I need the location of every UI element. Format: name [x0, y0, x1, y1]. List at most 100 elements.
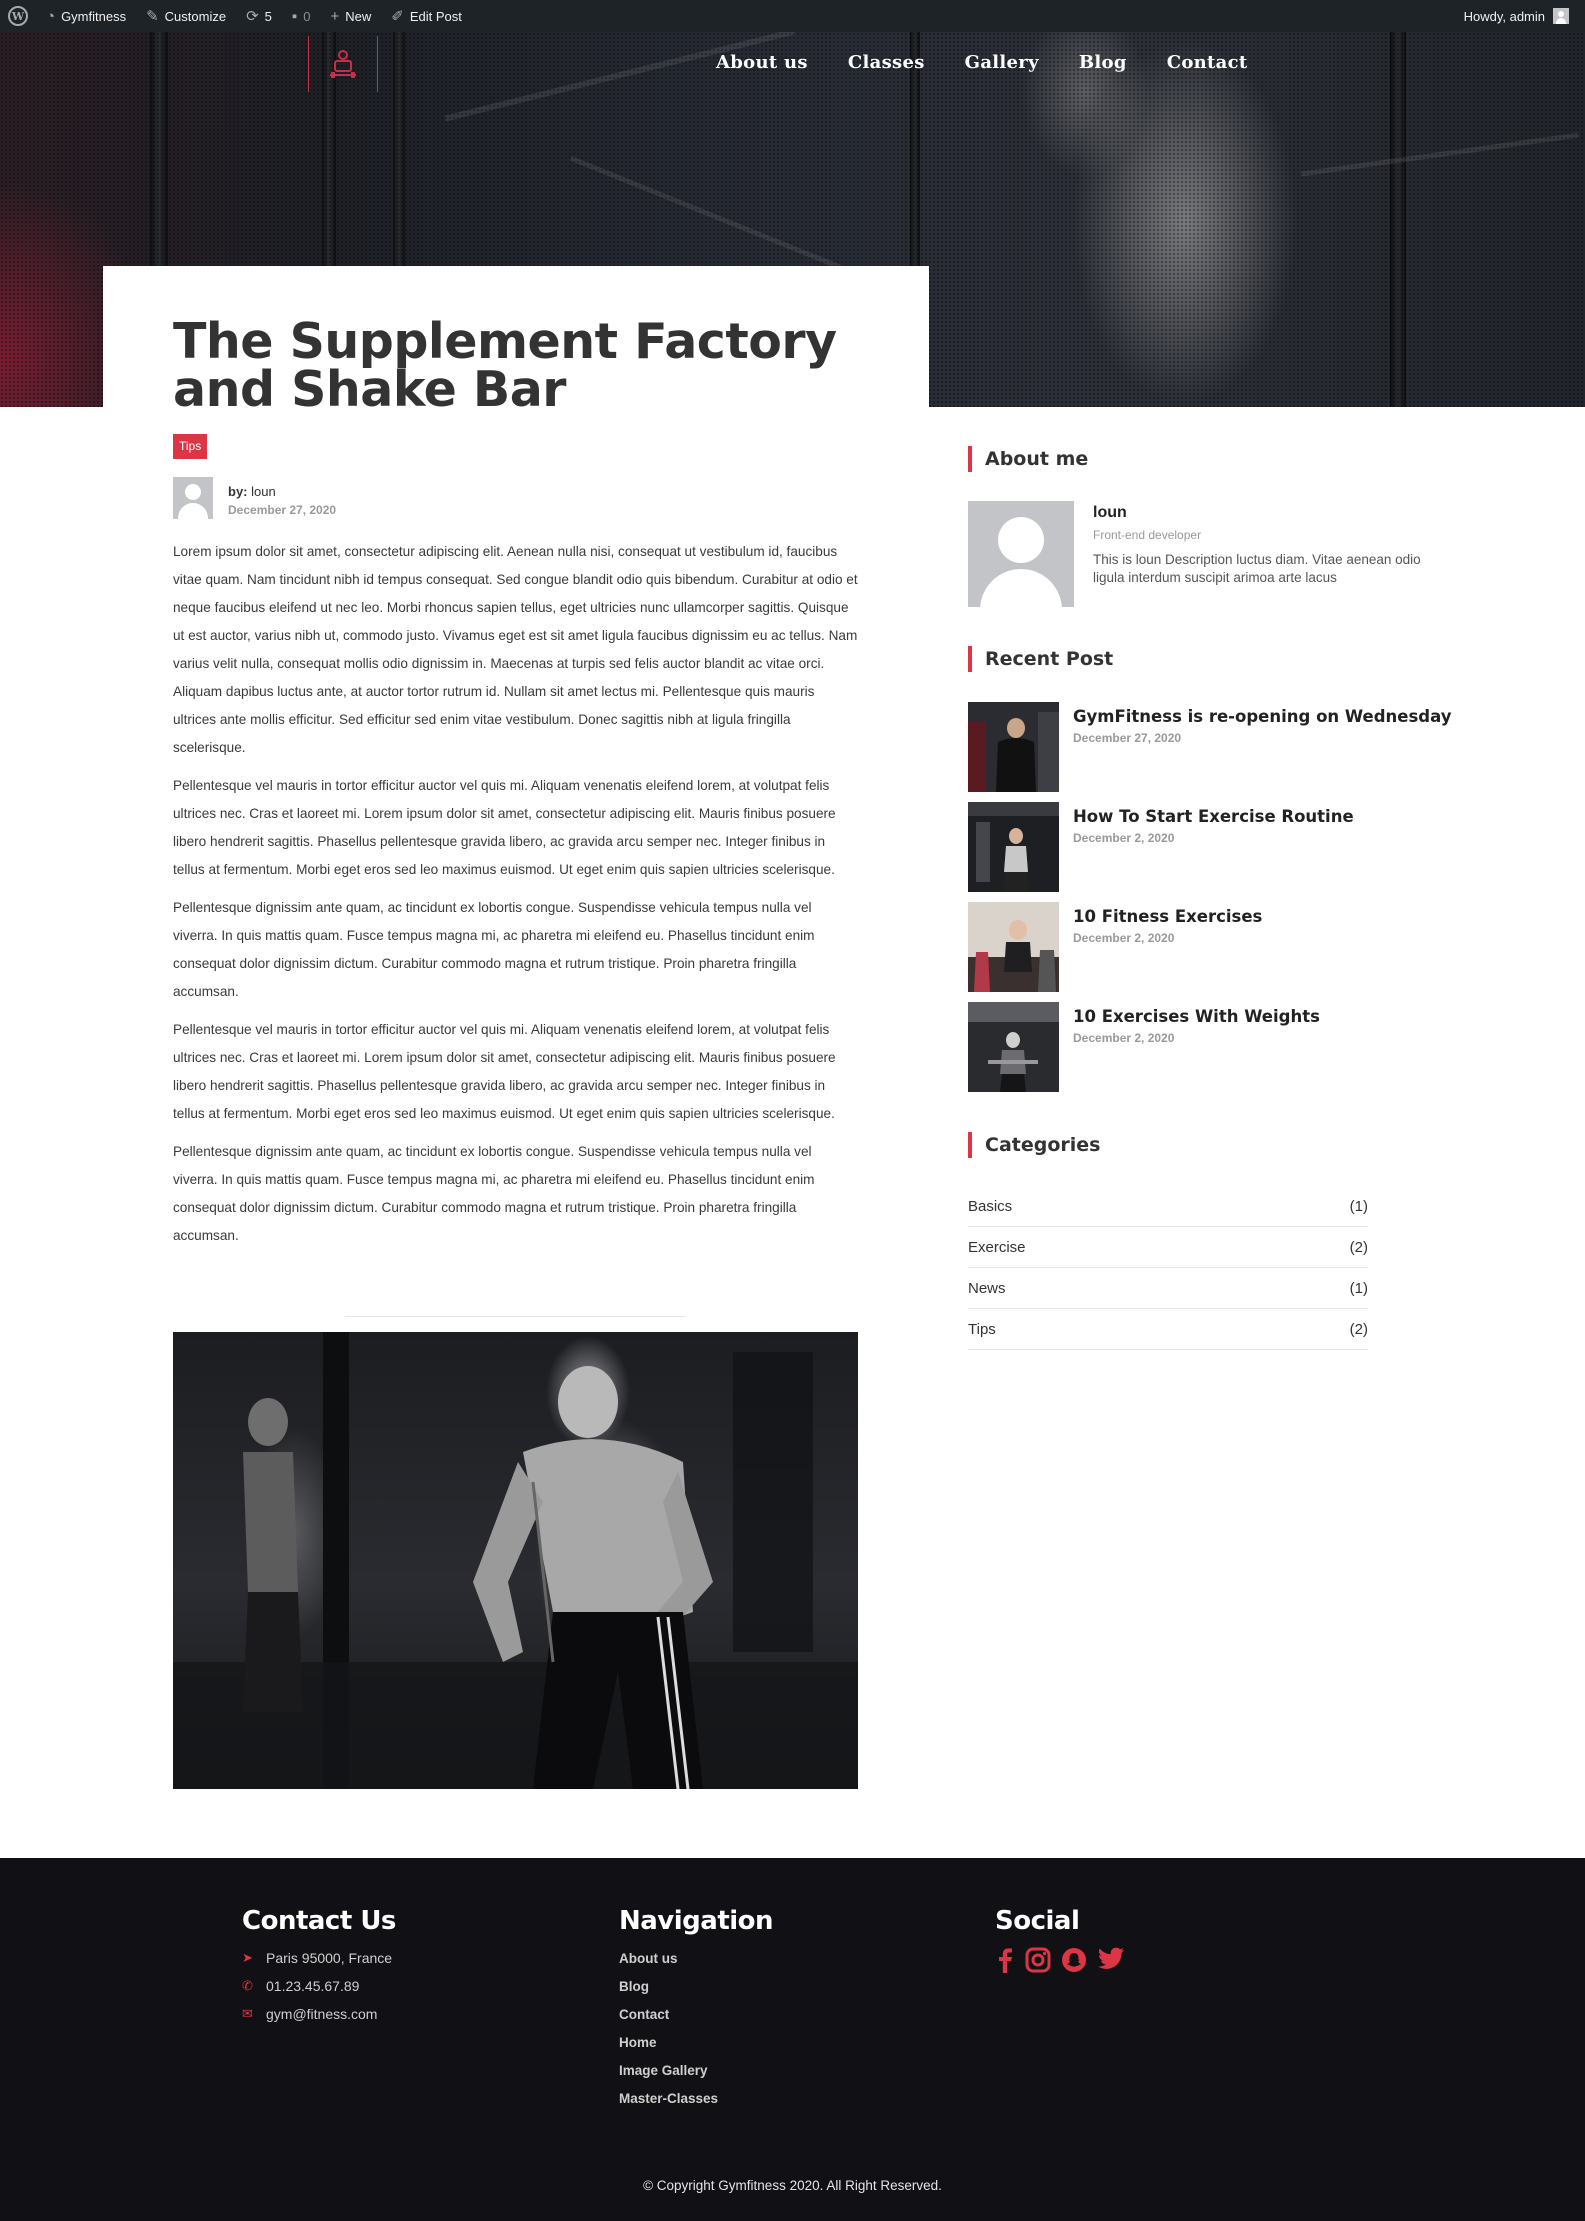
address-text: Paris 95000, France — [266, 1950, 393, 1966]
post-featured-image — [173, 1332, 858, 1789]
footer-link-image-gallery[interactable]: Image Gallery — [619, 2063, 708, 2078]
admin-updates-link[interactable]: ⟳ 5 — [236, 0, 282, 32]
nav-blog[interactable]: Blog — [1079, 52, 1127, 73]
admin-site-name: Gymfitness — [61, 8, 127, 24]
footer-link-contact[interactable]: Contact — [619, 2007, 669, 2022]
plus-icon: + — [330, 7, 340, 25]
admin-bar: W ◔ Gymfitness ✎ Customize ⟳ 5 ▪ 0 + New ✐ Edi… — [0, 0, 1585, 32]
gym-athlete-image — [173, 1332, 858, 1789]
recent-post-item[interactable]: How To Start Exercise Routine December 2… — [968, 802, 1428, 892]
nav-gallery[interactable]: Gallery — [965, 52, 1039, 73]
content-divider — [345, 1316, 685, 1317]
admin-edit-post-link[interactable]: ✐ Edit Post — [381, 0, 472, 32]
about-description: This is loun Description luctus diam. Vi… — [1093, 552, 1421, 585]
recent-post-title[interactable]: 10 Exercises With Weights — [1073, 1007, 1320, 1026]
customize-label: Customize — [164, 8, 227, 24]
paper-plane-icon: ➤ — [242, 1950, 253, 1965]
recent-post-date: December 2, 2020 — [1073, 1031, 1175, 1045]
admin-account[interactable]: Howdy, admin — [1464, 8, 1585, 24]
recent-post-image — [968, 802, 1059, 892]
recent-post-title[interactable]: GymFitness is re-opening on Wednesday — [1073, 707, 1451, 726]
recent-post-date: December 2, 2020 — [1073, 831, 1175, 845]
recent-post-title[interactable]: How To Start Exercise Routine — [1073, 807, 1354, 826]
nav-about-us[interactable]: About us — [716, 52, 808, 73]
main-navigation: About us Classes Gallery Blog Contact — [716, 52, 1247, 73]
recent-post-thumbnail[interactable] — [968, 902, 1059, 992]
footer-contact-title: Contact Us — [242, 1906, 396, 1936]
about-widget-title: About me — [968, 446, 1088, 472]
snapchat-icon[interactable] — [1061, 1947, 1087, 1978]
phone-icon: ✆ — [242, 1978, 253, 1993]
about-name: loun — [1093, 504, 1127, 521]
page-title: The Supplement Factory and Shake Bar — [173, 313, 837, 418]
admin-site-link[interactable]: ◔ Gymfitness — [36, 0, 136, 32]
recent-post-item[interactable]: GymFitness is re-opening on Wednesday De… — [968, 702, 1451, 792]
footer-email[interactable]: ✉ gym@fitness.com — [242, 2006, 377, 2022]
footer-social-title: Social — [995, 1906, 1080, 1936]
category-item[interactable]: Tips (2) — [968, 1309, 1368, 1350]
facebook-icon[interactable] — [995, 1947, 1015, 1978]
updates-icon: ⟳ — [246, 7, 259, 25]
recent-post-thumbnail[interactable] — [968, 802, 1059, 892]
wordpress-logo-icon[interactable]: W — [0, 0, 36, 32]
post-content: Lorem ipsum dolor sit amet, consectetur … — [173, 538, 859, 1260]
dashboard-icon: ◔ — [46, 7, 56, 25]
site-logo[interactable] — [308, 36, 378, 92]
category-name[interactable]: Basics — [968, 1198, 1012, 1215]
categories-widget-title: Categories — [968, 1132, 1100, 1158]
footer-address: ➤ Paris 95000, France — [242, 1950, 392, 1966]
envelope-icon: ✉ — [242, 2006, 253, 2021]
twitter-icon[interactable] — [1097, 1947, 1125, 1978]
category-item[interactable]: Basics (1) — [968, 1186, 1368, 1227]
edit-post-label: Edit Post — [409, 8, 462, 24]
admin-customize-link[interactable]: ✎ Customize — [136, 0, 236, 32]
post-date: December 27, 2020 — [228, 503, 337, 517]
footer-link-master-classes[interactable]: Master-Classes — [619, 2091, 718, 2106]
post-author: by: loun December 27, 2020 — [173, 477, 336, 519]
category-count: (2) — [1349, 1238, 1368, 1256]
post-paragraph: Pellentesque vel mauris in tortor effici… — [173, 1022, 836, 1121]
category-name[interactable]: News — [968, 1280, 1006, 1297]
category-item[interactable]: Exercise (2) — [968, 1227, 1368, 1268]
gym-logo-icon — [330, 50, 356, 78]
footer-link-blog[interactable]: Blog — [619, 1979, 649, 1994]
about-avatar — [968, 501, 1074, 607]
category-name[interactable]: Tips — [968, 1321, 996, 1338]
recent-post-image — [968, 702, 1059, 792]
author-meta: by: loun December 27, 2020 — [228, 477, 336, 519]
footer-link-home[interactable]: Home — [619, 2035, 657, 2050]
by-label: by: — [228, 484, 248, 499]
recent-post-thumbnail[interactable] — [968, 1002, 1059, 1092]
post-category-tag[interactable]: Tips — [173, 434, 208, 459]
category-count: (2) — [1349, 1320, 1368, 1338]
nav-classes[interactable]: Classes — [848, 52, 925, 73]
admin-new-link[interactable]: + New — [320, 0, 381, 32]
recent-post-item[interactable]: 10 Exercises With Weights December 2, 20… — [968, 1002, 1428, 1092]
social-links — [995, 1947, 1125, 1978]
comments-count: 0 — [303, 8, 311, 24]
author-byline: by: loun — [228, 484, 336, 500]
author-avatar — [173, 477, 213, 519]
post-paragraph: Pellentesque vel mauris in tortor effici… — [173, 778, 836, 877]
footer-link-about-us[interactable]: About us — [619, 1951, 678, 1966]
footer-phone[interactable]: ✆ 01.23.45.67.89 — [242, 1978, 359, 1994]
category-name[interactable]: Exercise — [968, 1239, 1026, 1256]
updates-count: 5 — [264, 8, 272, 24]
author-name[interactable]: loun — [251, 484, 276, 499]
pencil-icon: ✐ — [391, 7, 404, 25]
recent-post-title[interactable]: 10 Fitness Exercises — [1073, 907, 1262, 926]
recent-widget-title: Recent Post — [968, 646, 1113, 672]
new-label: New — [345, 8, 372, 24]
post-paragraph: Lorem ipsum dolor sit amet, consectetur … — [173, 544, 858, 755]
category-count: (1) — [1349, 1279, 1368, 1297]
recent-post-date: December 2, 2020 — [1073, 931, 1175, 945]
instagram-icon[interactable] — [1025, 1947, 1051, 1978]
category-item[interactable]: News (1) — [968, 1268, 1368, 1309]
recent-post-date: December 27, 2020 — [1073, 731, 1182, 745]
recent-post-thumbnail[interactable] — [968, 702, 1059, 792]
admin-comments-link[interactable]: ▪ 0 — [282, 0, 321, 32]
nav-contact[interactable]: Contact — [1167, 52, 1248, 73]
brush-icon: ✎ — [146, 7, 159, 25]
post-paragraph: Pellentesque dignissim ante quam, ac tin… — [173, 900, 815, 999]
recent-post-item[interactable]: 10 Fitness Exercises December 2, 2020 — [968, 902, 1428, 992]
